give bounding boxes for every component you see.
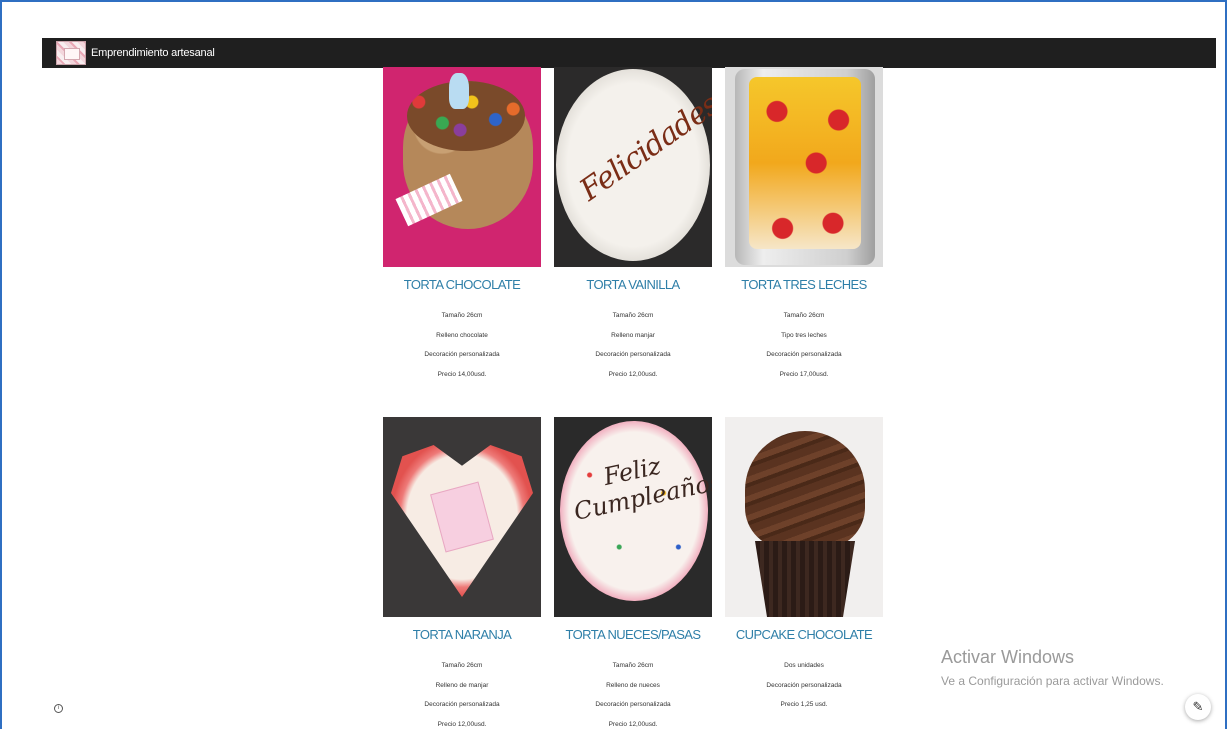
product-filling: Relleno de manjar bbox=[435, 681, 489, 689]
edit-button[interactable]: ✎ bbox=[1185, 694, 1211, 720]
product-details: Tamaño 26cm Relleno manjar Decoración pe… bbox=[554, 306, 712, 384]
info-icon[interactable]: i bbox=[54, 704, 63, 713]
product-photo-chocolate-cake[interactable] bbox=[383, 67, 541, 267]
product-price: Precio 17,00usd. bbox=[779, 370, 829, 378]
watermark-title: Activar Windows bbox=[941, 647, 1075, 667]
product-quantity: Dos unidades bbox=[784, 662, 824, 669]
product-decoration: Decoración personalizada bbox=[424, 351, 500, 358]
brand-name[interactable]: Emprendimiento artesanal bbox=[91, 47, 215, 59]
product-size: Tamaño 26cm bbox=[612, 312, 654, 319]
product-decoration: Decoración personalizada bbox=[595, 351, 671, 358]
product-filling: Relleno chocolate bbox=[436, 331, 488, 339]
product-price: Precio 14,00usd. bbox=[437, 370, 487, 378]
product-size: Tamaño 26cm bbox=[783, 312, 825, 319]
product-card-torta-chocolate: TORTA CHOCOLATE Tamaño 26cm Relleno choc… bbox=[383, 67, 541, 384]
pencil-icon: ✎ bbox=[1192, 699, 1204, 714]
product-photo-heart-cake[interactable] bbox=[383, 417, 541, 617]
product-price: Precio 12,00usd. bbox=[437, 720, 487, 728]
product-card-torta-vainilla: Felicidades! TORTA VAINILLA Tamaño 26cm … bbox=[554, 67, 712, 384]
product-title[interactable]: TORTA VAINILLA bbox=[554, 276, 712, 294]
product-type: Tipo tres leches bbox=[781, 331, 827, 339]
product-filling: Relleno de nueces bbox=[606, 681, 660, 689]
product-price: Precio 12,00usd. bbox=[608, 720, 658, 728]
product-card-torta-nueces-pasas: Feliz Cumpleaños TORTA NUECES/PASAS Tama… bbox=[554, 417, 712, 729]
product-details: Dos unidades Decoración personalizada Pr… bbox=[725, 656, 883, 715]
product-title[interactable]: TORTA NARANJA bbox=[383, 626, 541, 644]
product-photo-vanilla-cake[interactable]: Felicidades! bbox=[554, 67, 712, 267]
product-details: Tamaño 26cm Relleno de nueces Decoración… bbox=[554, 656, 712, 729]
product-title[interactable]: TORTA TRES LECHES bbox=[725, 276, 883, 294]
watermark-subtitle: Ve a Configuración para activar Windows. bbox=[941, 674, 1164, 688]
product-details: Tamaño 26cm Tipo tres leches Decoración … bbox=[725, 306, 883, 384]
brand-logo[interactable] bbox=[56, 41, 86, 65]
product-decoration: Decoración personalizada bbox=[595, 701, 671, 708]
product-decoration: Decoración personalizada bbox=[766, 681, 842, 689]
product-size: Tamaño 26cm bbox=[612, 662, 654, 669]
product-size: Tamaño 26cm bbox=[441, 312, 483, 319]
product-details: Tamaño 26cm Relleno chocolate Decoración… bbox=[383, 306, 541, 384]
windows-activation-watermark: Activar Windows Ve a Configuración para … bbox=[941, 646, 1164, 690]
product-card-torta-tres-leches: TORTA TRES LECHES Tamaño 26cm Tipo tres … bbox=[725, 67, 883, 384]
product-title[interactable]: TORTA CHOCOLATE bbox=[383, 276, 541, 294]
product-title[interactable]: TORTA NUECES/PASAS bbox=[554, 626, 712, 644]
product-photo-cupcake[interactable] bbox=[725, 417, 883, 617]
product-title[interactable]: CUPCAKE CHOCOLATE bbox=[725, 626, 883, 644]
product-price: Precio 1,25 usd. bbox=[780, 701, 828, 708]
product-filling: Relleno manjar bbox=[611, 331, 655, 339]
product-card-cupcake-chocolate: CUPCAKE CHOCOLATE Dos unidades Decoració… bbox=[725, 417, 883, 715]
product-card-torta-naranja: TORTA NARANJA Tamaño 26cm Relleno de man… bbox=[383, 417, 541, 729]
product-details: Tamaño 26cm Relleno de manjar Decoración… bbox=[383, 656, 541, 729]
product-decoration: Decoración personalizada bbox=[424, 701, 500, 708]
navbar: Emprendimiento artesanal bbox=[42, 38, 1216, 68]
product-price: Precio 12,00usd. bbox=[608, 370, 658, 378]
product-photo-tres-leches-cake[interactable] bbox=[725, 67, 883, 267]
product-photo-birthday-cake[interactable]: Feliz Cumpleaños bbox=[554, 417, 712, 617]
product-size: Tamaño 26cm bbox=[441, 662, 483, 669]
product-decoration: Decoración personalizada bbox=[766, 351, 842, 358]
